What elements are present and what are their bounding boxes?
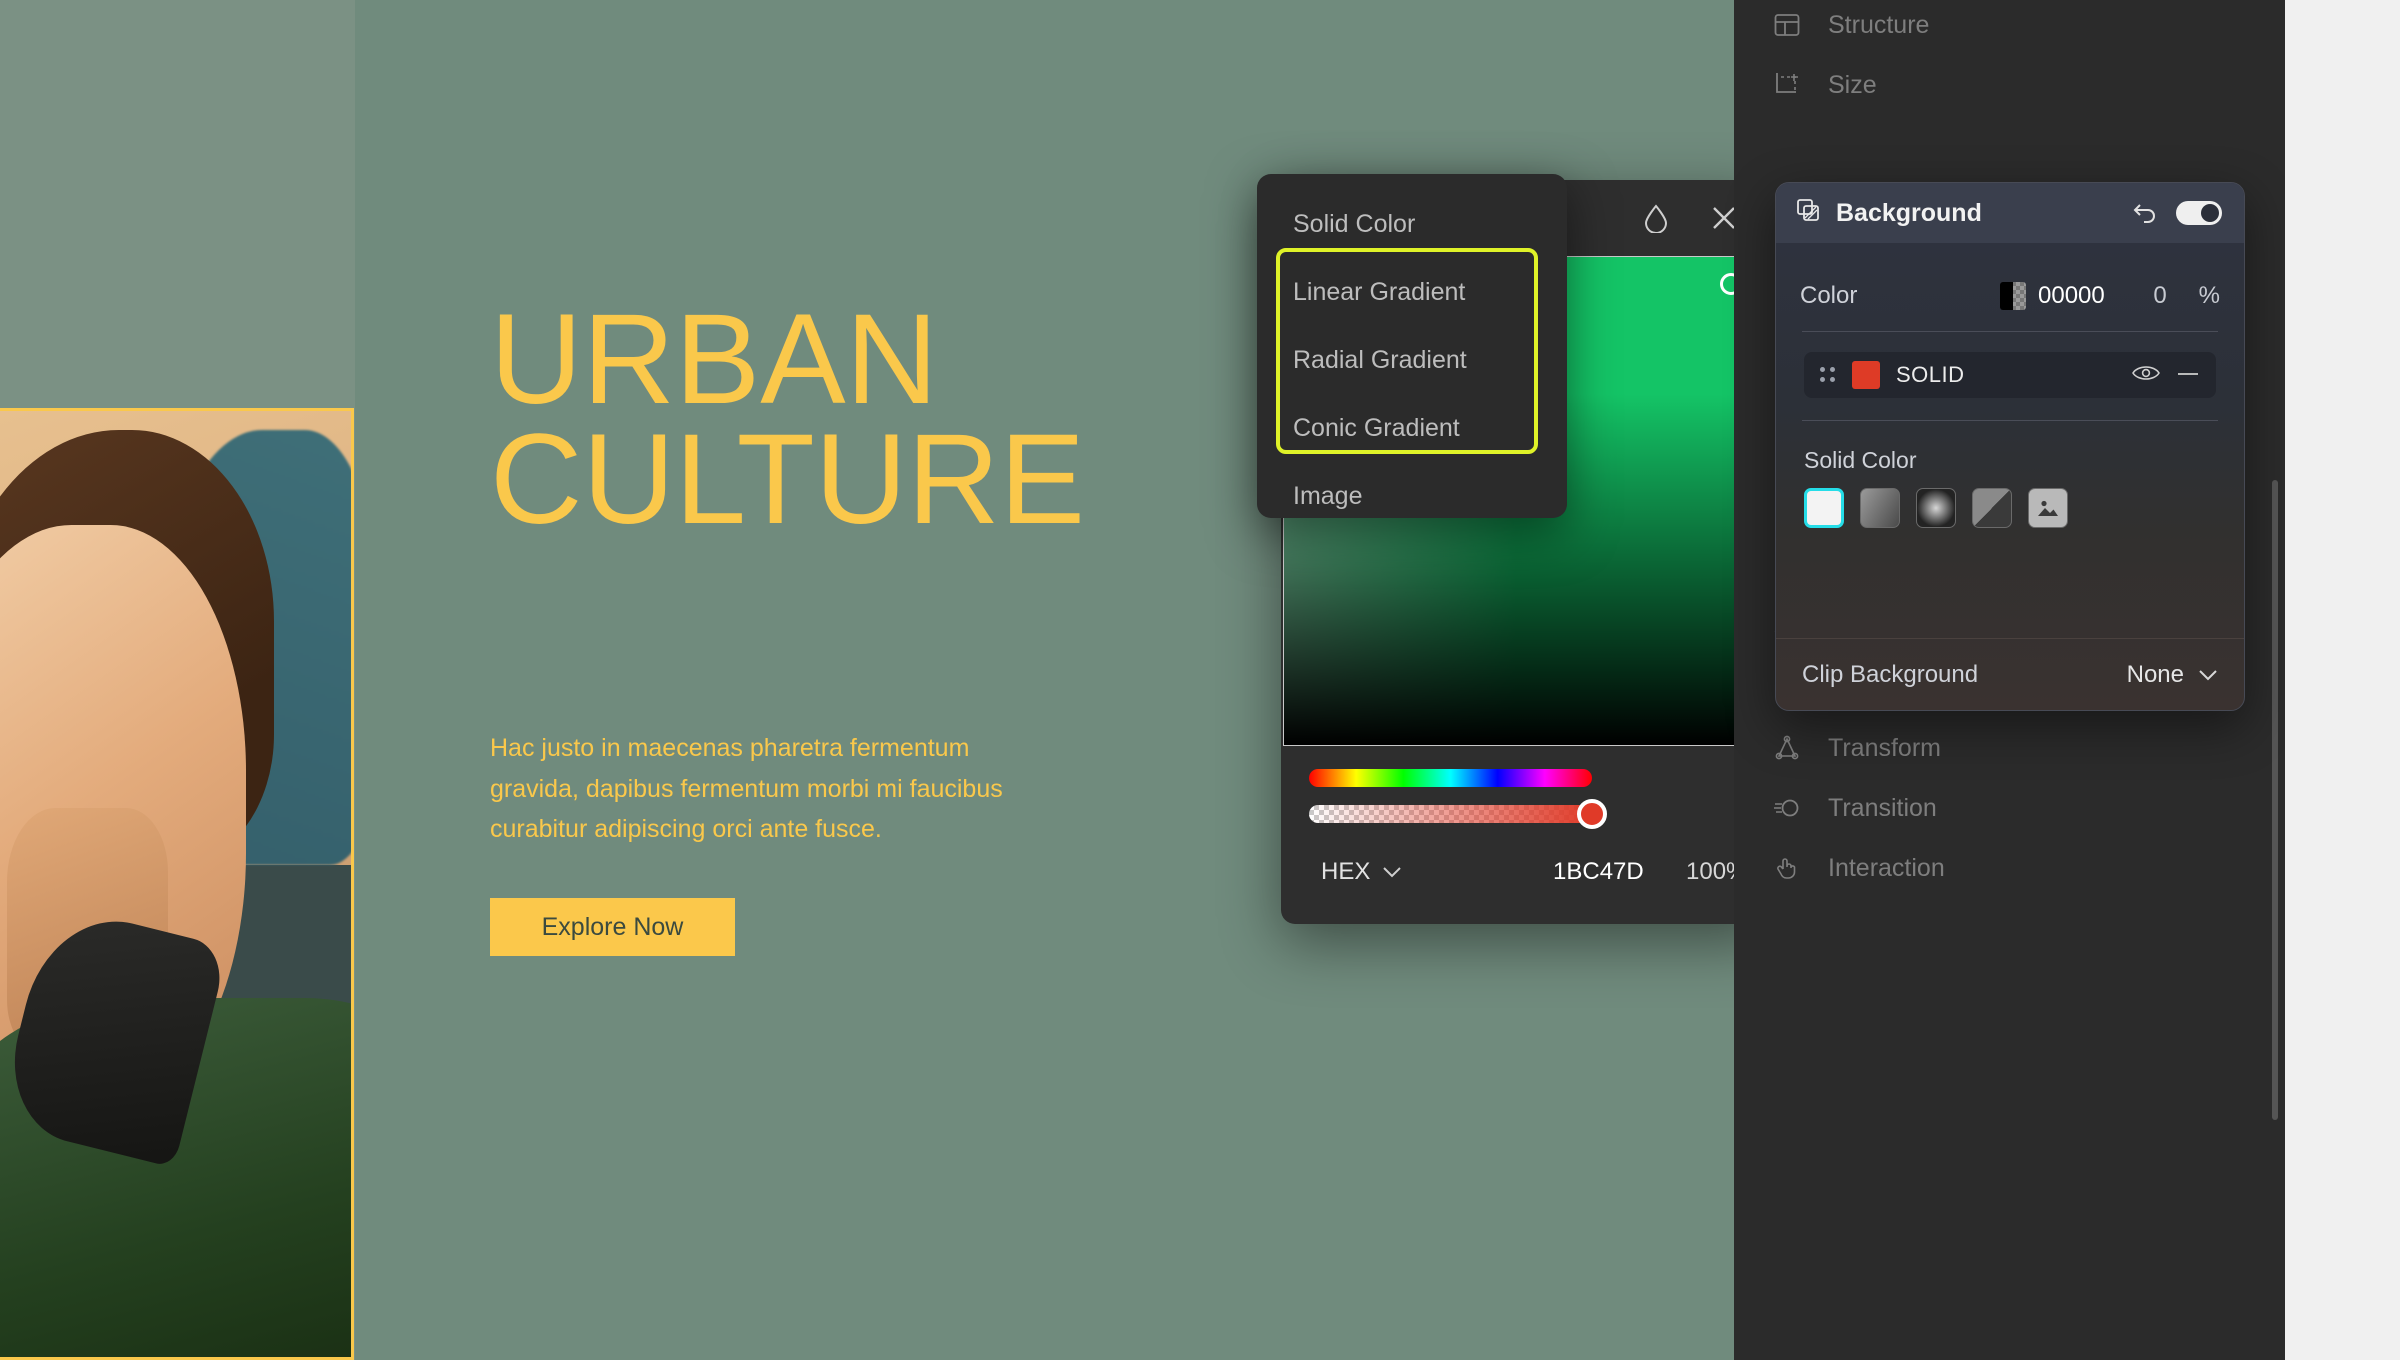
menu-item-linear-gradient[interactable]: Linear Gradient <box>1257 258 1567 326</box>
chevron-down-icon <box>1383 867 1402 878</box>
sidebar-label-size: Size <box>1828 70 1877 99</box>
layers-icon <box>1796 198 1822 229</box>
background-panel-header: Background <box>1776 183 2244 243</box>
hero-body-text: Hac justo in maecenas pharetra fermentum… <box>490 734 1003 843</box>
background-color-swatch[interactable] <box>2000 282 2026 310</box>
hue-slider[interactable] <box>1309 769 1592 787</box>
sidebar-item-structure[interactable]: Structure <box>1772 10 1929 40</box>
fill-type-options <box>1804 488 2244 528</box>
background-color-label: Color <box>1800 282 1858 309</box>
background-opacity-unit: % <box>2198 282 2220 309</box>
sidebar-label-transition: Transition <box>1828 793 1937 822</box>
alpha-slider-handle[interactable] <box>1577 799 1607 829</box>
size-icon <box>1772 70 1802 100</box>
fill-type-radial-gradient[interactable] <box>1916 488 1956 528</box>
background-panel-title: Background <box>1836 198 1982 227</box>
explore-now-button[interactable]: Explore Now <box>490 898 735 956</box>
fill-type-dropdown-menu[interactable]: Solid Color Linear Gradient Radial Gradi… <box>1257 174 1567 518</box>
fill-section-label: Solid Color <box>1804 447 1917 473</box>
interaction-icon <box>1772 853 1802 883</box>
color-format-dropdown[interactable]: HEX <box>1321 858 1402 886</box>
fill-type-linear-gradient[interactable] <box>1860 488 1900 528</box>
background-opacity-field[interactable]: 0 <box>2134 282 2186 310</box>
clip-background-value: None <box>2126 660 2184 688</box>
transform-icon <box>1772 733 1802 763</box>
background-hex-field[interactable]: 00000 <box>2038 282 2134 310</box>
fill-layer-name: SOLID <box>1896 362 1965 387</box>
sidebar-item-transform[interactable]: Transform <box>1772 733 1941 763</box>
fill-type-conic-gradient[interactable] <box>1972 488 2012 528</box>
sidebar-item-transition[interactable]: Transition <box>1772 793 1937 823</box>
alpha-slider[interactable] <box>1309 805 1592 823</box>
background-property-panel[interactable]: Background Color 00000 0 % SOLID Solid C… <box>1775 182 2245 711</box>
clip-background-select[interactable]: None <box>2127 661 2218 689</box>
background-enabled-toggle[interactable] <box>2176 201 2222 225</box>
sidebar-scrollbar[interactable] <box>2272 480 2278 1120</box>
panel-divider-top <box>1802 331 2218 332</box>
sidebar-label-structure: Structure <box>1828 10 1930 39</box>
fill-layer-swatch[interactable] <box>1852 361 1880 389</box>
sidebar-item-interaction[interactable]: Interaction <box>1772 853 1945 883</box>
sidebar-item-size[interactable]: Size <box>1772 70 1877 100</box>
fill-type-solid[interactable] <box>1804 488 1844 528</box>
hero-portrait-image[interactable] <box>0 408 354 1360</box>
image-icon <box>2038 500 2058 516</box>
fill-layer-row[interactable]: SOLID <box>1804 352 2216 398</box>
menu-item-conic-gradient[interactable]: Conic Gradient <box>1257 394 1567 462</box>
hex-value-field[interactable]: 1BC47D <box>1553 858 1644 886</box>
window-right-margin <box>2285 0 2400 1360</box>
background-color-row: Color 00000 0 % <box>1776 265 2244 327</box>
minus-icon[interactable] <box>2176 366 2200 384</box>
undo-icon[interactable] <box>2128 196 2162 230</box>
color-value-row: HEX 1BC47D 100% <box>1281 858 1771 886</box>
app-root: URBAN CULTURE Hac justo in maecenas phar… <box>0 0 2400 1360</box>
sidebar-label-transform: Transform <box>1828 733 1941 762</box>
color-format-label: HEX <box>1321 858 1371 885</box>
chevron-down-icon <box>2199 669 2217 680</box>
eye-icon[interactable] <box>2132 364 2160 387</box>
structure-icon <box>1772 10 1802 40</box>
menu-item-solid-color[interactable]: Solid Color <box>1257 190 1567 258</box>
clip-background-row[interactable]: Clip Background None <box>1776 638 2244 710</box>
menu-item-radial-gradient[interactable]: Radial Gradient <box>1257 326 1567 394</box>
transition-icon <box>1772 793 1802 823</box>
clip-background-label: Clip Background <box>1802 660 1979 688</box>
sidebar-label-interaction: Interaction <box>1828 853 1945 882</box>
fill-type-image[interactable] <box>2028 488 2068 528</box>
eyedropper-icon[interactable] <box>1639 201 1673 235</box>
menu-item-image[interactable]: Image <box>1257 462 1567 530</box>
panel-divider-mid <box>1802 420 2218 421</box>
drag-handle-icon[interactable] <box>1820 367 1836 383</box>
